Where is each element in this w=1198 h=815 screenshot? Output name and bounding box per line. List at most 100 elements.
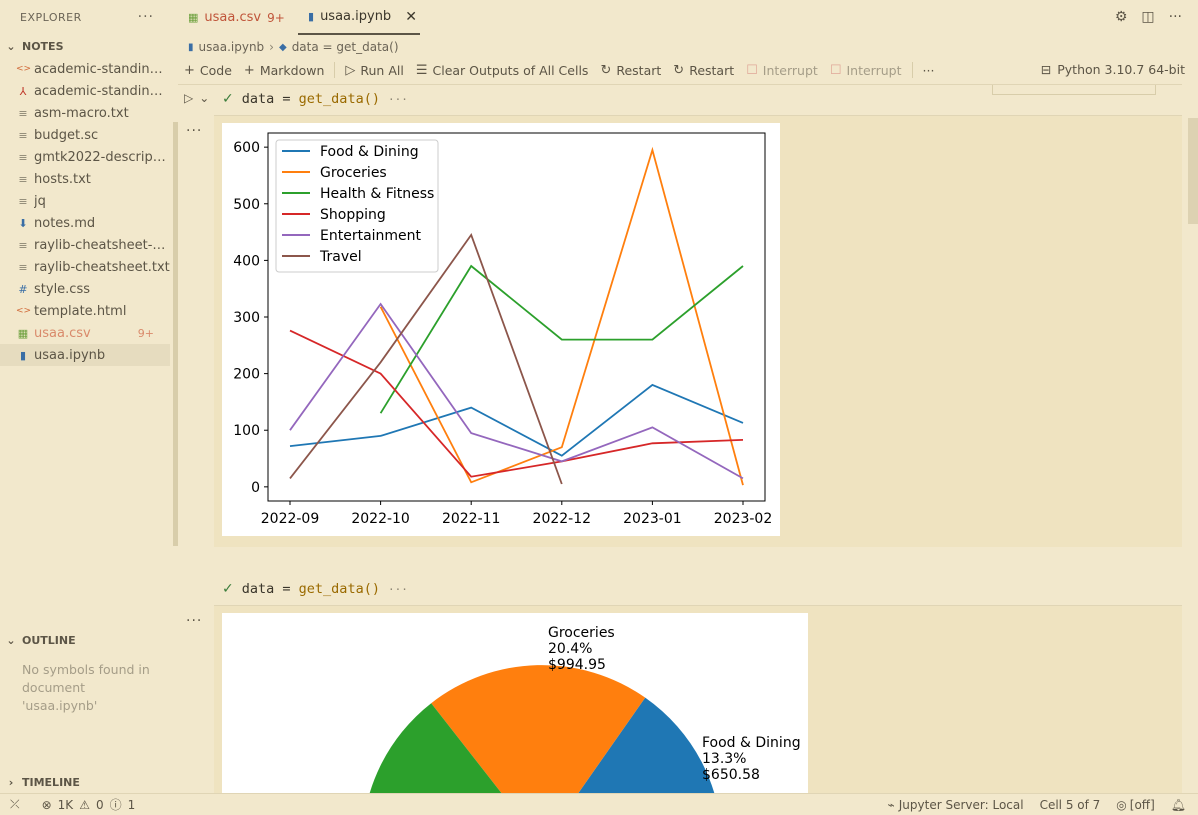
file-item[interactable]: ≡ raylib-cheatsheet-ba... [0,234,170,256]
button-label: Markdown [259,62,325,78]
problems-indicator[interactable]: ⊗ 1K ⚠ 0 ⓘ 1 [42,796,136,813]
button-label: Restart [689,62,735,78]
legend-label: Shopping [320,207,386,223]
cell-code-collapsed[interactable]: ✓ data = get_data() ··· [222,581,408,597]
run-cell-icon[interactable]: ▷ [184,91,193,105]
file-list: <> academic-standing-l... ⅄ academic-standi… [0,58,178,366]
interrupt-button-2[interactable]: ☐ Interrupt [824,63,908,78]
kernel-picker[interactable]: ⊟ Python 3.10.7 64-bit [1041,62,1185,77]
x-tick-label: 2022-12 [533,511,592,527]
editor-actions: ⚙ ◫ ··· [1115,9,1182,25]
clear-outputs-button[interactable]: ☰ Clear Outputs of All Cells [410,63,595,78]
cell-toolbar[interactable] [992,85,1156,95]
file-item[interactable]: ▮ usaa.ipynb [0,344,170,366]
bell-icon[interactable]: 🔔︎ [1171,798,1186,812]
notes-section-header[interactable]: ⌄ NOTES [0,35,178,57]
status-bar: ⤫ ⊗ 1K ⚠ 0 ⓘ 1 ⌁ Jupyter Server: Local Cell … [0,793,1198,815]
cell-code-collapsed[interactable]: ✓ data = get_data() ··· [222,91,408,107]
css-icon: # [18,282,28,296]
output-more-icon[interactable]: ··· [186,123,202,139]
text-file-icon: ≡ [18,106,28,120]
check-icon: ✓ [222,581,234,597]
cell-position[interactable]: Cell 5 of 7 [1040,798,1101,812]
file-item[interactable]: ≡ asm-macro.txt [0,102,170,124]
more-icon[interactable]: ··· [388,583,408,596]
tab-usaa-ipynb[interactable]: ▮ usaa.ipynb ✕ [298,0,420,35]
file-item[interactable]: ≡ raylib-cheatsheet.txt [0,256,170,278]
kernel-icon: ⊟ [1040,62,1052,77]
x-tick-label: 2022-10 [351,511,410,527]
text-file-icon: ≡ [18,172,28,186]
outline-empty-message: No symbols found in document 'usaa.ipynb… [22,662,150,713]
file-name: budget.sc [34,127,99,143]
notebook-editor: ▷ ⌄ ✓ data = get_data() ··· ··· 0 100 200 3… [178,85,1182,793]
file-item[interactable]: ≡ gmtk2022-descriptio... [0,146,170,168]
file-item[interactable]: ▦ usaa.csv 9+ [0,322,170,344]
stop-icon: ☐ [746,62,758,78]
more-actions-button[interactable]: ··· [917,63,941,78]
file-badge: 9+ [137,326,154,340]
interrupt-button[interactable]: ☐ Interrupt [740,63,824,78]
file-item[interactable]: <> academic-standing-l... [0,58,170,80]
more-actions-icon[interactable]: ··· [138,9,154,25]
jupyter-server-status[interactable]: ⌁ Jupyter Server: Local [888,798,1024,812]
restart-icon: ↻ [673,62,685,78]
file-item[interactable]: # style.css [0,278,170,300]
breadcrumb: ▮ usaa.ipynb › ◆ data = get_data() [188,36,399,58]
more-actions-icon[interactable]: ··· [1169,9,1182,25]
section-title: NOTES [22,39,64,53]
explorer-sidebar: EXPLORER ··· ⌄ NOTES <> academic-standing… [0,0,178,793]
breadcrumb-file[interactable]: usaa.ipynb [199,40,265,54]
info-icon: ⓘ [109,798,122,812]
timeline-title: TIMELINE [22,775,80,789]
file-item[interactable]: ⅄ academic-standing-l... [0,80,170,102]
timeline-header[interactable]: › TIMELINE [0,771,178,793]
run-all-button[interactable]: ▷ Run All [339,63,409,78]
remote-icon[interactable]: ⤫ [10,797,20,812]
file-item[interactable]: <> template.html [0,300,170,322]
add-markdown-button[interactable]: + Markdown [238,63,330,78]
close-icon[interactable]: ✕ [405,9,417,25]
explorer-title: EXPLORER [20,11,82,24]
notebook-scrollbar[interactable] [1188,118,1198,224]
text-file-icon: ≡ [18,194,28,208]
button-label: Run All [360,62,404,78]
restart-button-2[interactable]: ↻ Restart [667,63,740,78]
split-editor-icon[interactable]: ◫ [1141,9,1154,25]
restart-button[interactable]: ↻ Restart [594,63,667,78]
off-indicator[interactable]: ◎ [off] [1116,798,1154,812]
code-op: = [282,581,291,597]
outline-header[interactable]: ⌄ OUTLINE [0,629,178,651]
output-more-icon[interactable]: ··· [186,613,202,629]
explorer-header: EXPLORER ··· [0,0,178,35]
plus-icon: + [184,62,195,78]
file-item[interactable]: ≡ budget.sc [0,124,170,146]
clear-all-icon: ☰ [415,62,428,78]
x-tick-label: 2023-01 [623,511,682,527]
python-icon: ◆ [278,41,287,53]
gear-icon[interactable]: ⚙ [1115,9,1128,25]
notebook-icon: ▮ [308,10,315,23]
y-tick-label: 400 [233,253,260,269]
file-name: academic-standing-l... [34,61,170,77]
button-label: Interrupt [846,62,902,78]
code-op: = [282,91,291,107]
more-icon[interactable]: ··· [388,93,408,106]
text-file-icon: ≡ [18,150,28,164]
pdf-icon: ⅄ [19,84,27,98]
file-item[interactable]: ≡ jq [0,190,170,212]
file-item[interactable]: ⬇ notes.md [0,212,170,234]
tab-usaa-csv[interactable]: ▦ usaa.csv 9+ [178,0,298,35]
code-var: data [241,581,275,597]
file-name: raylib-cheatsheet-ba... [34,237,170,253]
notebook-icon: ▮ [19,348,27,362]
add-code-button[interactable]: + Code [178,63,238,78]
button-label: Restart [616,62,662,78]
code-var: data [241,91,275,107]
code-fn: get_data() [298,581,380,597]
file-item[interactable]: ≡ hosts.txt [0,168,170,190]
server-label: Jupyter Server: Local [898,797,1024,812]
chevron-down-icon[interactable]: ⌄ [199,91,209,105]
pie-label-percent: 20.4% [548,641,592,657]
breadcrumb-symbol[interactable]: data = get_data() [292,40,399,54]
